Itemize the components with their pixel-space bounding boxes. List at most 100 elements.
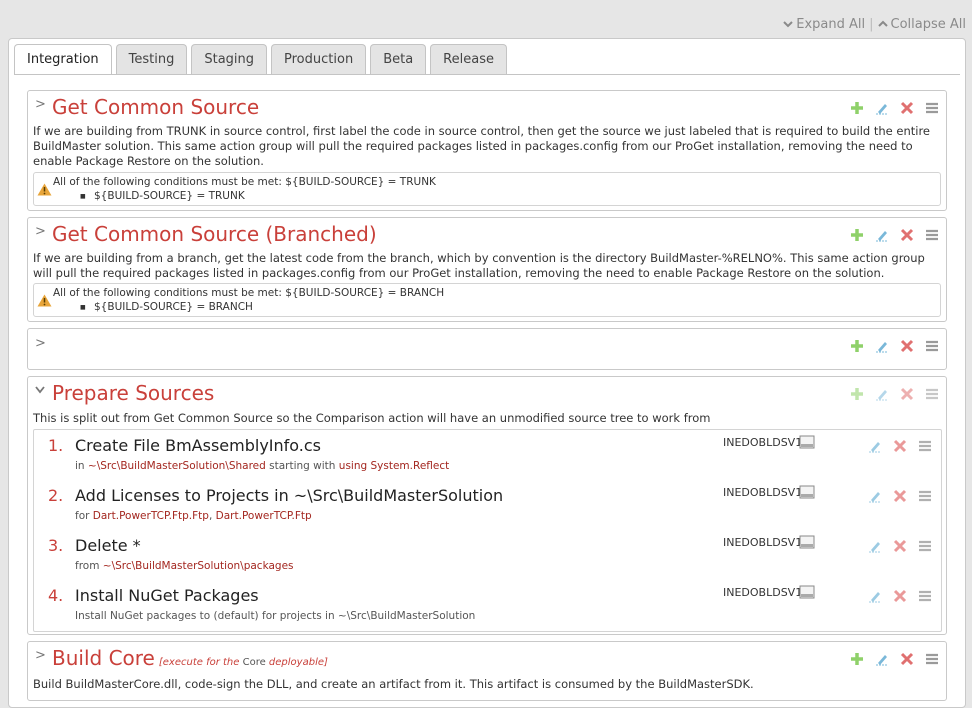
delete-x-icon[interactable]	[891, 437, 908, 454]
action-detail: from ~\Src\BuildMasterSolution\packages	[75, 560, 294, 572]
warning-icon	[37, 294, 52, 307]
group-description: If we are building from TRUNK in source …	[33, 124, 930, 168]
action-toolbar	[866, 487, 933, 504]
action-detail: for Dart.PowerTCP.Ftp.Ftp, Dart.PowerTCP…	[75, 510, 312, 522]
tab-underline	[14, 74, 960, 75]
chevron-right-icon[interactable]: >	[35, 224, 46, 239]
chevron-right-icon[interactable]: >	[35, 97, 46, 112]
chevron-down-icon[interactable]	[35, 383, 45, 398]
plus-icon[interactable]	[848, 650, 865, 667]
drive-icon	[799, 535, 815, 549]
hamburger-icon[interactable]	[916, 537, 933, 554]
action-name[interactable]: Create File BmAssemblyInfo.cs	[75, 436, 321, 455]
pencil-icon[interactable]	[873, 226, 890, 243]
action-number: 4.	[48, 586, 64, 605]
delete-x-icon[interactable]	[898, 385, 915, 402]
delete-x-icon[interactable]	[891, 537, 908, 554]
plus-icon[interactable]	[848, 337, 865, 354]
action-number: 2.	[48, 486, 64, 505]
group-title[interactable]: Build Core [execute for the Core deployab…	[52, 646, 328, 670]
action-item[interactable]: 2. Add Licenses to Projects in ~\Src\Bui…	[34, 480, 941, 530]
action-list: 1. Create File BmAssemblyInfo.cs in ~\Sr…	[33, 429, 942, 632]
condition-summary: All of the following conditions must be …	[53, 287, 445, 299]
delete-x-icon[interactable]	[898, 99, 915, 116]
pencil-icon[interactable]	[866, 537, 883, 554]
pencil-icon[interactable]	[873, 99, 890, 116]
plus-icon[interactable]	[848, 99, 865, 116]
expand-all-label: Expand All	[796, 16, 866, 32]
hamburger-icon[interactable]	[923, 385, 940, 402]
pencil-icon[interactable]	[866, 487, 883, 504]
server-name: INEDOBLDSV1	[723, 586, 803, 599]
delete-x-icon[interactable]	[898, 650, 915, 667]
deployable-note: [execute for the Core deployable]	[158, 657, 328, 668]
delete-x-icon[interactable]	[898, 226, 915, 243]
action-number: 3.	[48, 536, 64, 555]
delete-x-icon[interactable]	[891, 487, 908, 504]
pencil-icon[interactable]	[866, 437, 883, 454]
action-name[interactable]: Install NuGet Packages	[75, 586, 259, 605]
action-detail: in ~\Src\BuildMasterSolution\Shared star…	[75, 460, 450, 472]
pencil-icon[interactable]	[873, 337, 890, 354]
server-name: INEDOBLDSV1	[723, 486, 803, 499]
hamburger-icon[interactable]	[923, 226, 940, 243]
action-group-prepare-sources: Prepare Sources This is split out from G…	[27, 376, 947, 635]
chevron-right-icon[interactable]: >	[35, 648, 46, 663]
condition-item: ${BUILD-SOURCE} = TRUNK	[80, 190, 245, 202]
chevron-up-icon	[877, 20, 888, 27]
action-group-build-core: > Build Core [execute for the Core deploy…	[27, 641, 947, 701]
pencil-icon[interactable]	[873, 650, 890, 667]
plus-icon[interactable]	[848, 226, 865, 243]
tab-release[interactable]: Release	[430, 44, 507, 74]
group-description: Build BuildMasterCore.dll, code-sign the…	[33, 677, 754, 691]
hamburger-icon[interactable]	[916, 437, 933, 454]
divider: |	[869, 16, 874, 32]
group-condition: All of the following conditions must be …	[33, 172, 941, 206]
action-group-get-common-source-branched: > Get Common Source (Branched) If we are…	[27, 217, 947, 322]
pencil-icon[interactable]	[873, 385, 890, 402]
group-toolbar	[848, 385, 940, 402]
plan-panel: Integration Testing Staging Production B…	[8, 38, 966, 708]
action-name[interactable]: Delete *	[75, 536, 141, 555]
condition-item: ${BUILD-SOURCE} = BRANCH	[80, 301, 253, 313]
hamburger-icon[interactable]	[923, 650, 940, 667]
group-title[interactable]: Prepare Sources	[52, 381, 214, 405]
server-name: INEDOBLDSV1	[723, 436, 803, 449]
plus-icon[interactable]	[848, 385, 865, 402]
action-toolbar	[866, 537, 933, 554]
hamburger-icon[interactable]	[923, 99, 940, 116]
tab-integration[interactable]: Integration	[14, 44, 112, 75]
tab-beta[interactable]: Beta	[370, 44, 427, 74]
action-item[interactable]: 4. Install NuGet Packages Install NuGet …	[34, 580, 941, 630]
hamburger-icon[interactable]	[916, 587, 933, 604]
drive-icon	[799, 585, 815, 599]
tab-staging[interactable]: Staging	[191, 44, 268, 74]
action-item[interactable]: 1. Create File BmAssemblyInfo.cs in ~\Sr…	[34, 430, 941, 480]
group-toolbar	[848, 337, 940, 354]
condition-summary: All of the following conditions must be …	[53, 176, 436, 188]
group-toolbar	[848, 650, 940, 667]
group-title[interactable]: Get Common Source (Branched)	[52, 222, 377, 246]
delete-x-icon[interactable]	[891, 587, 908, 604]
delete-x-icon[interactable]	[898, 337, 915, 354]
action-detail: Install NuGet packages to (default) for …	[75, 610, 476, 622]
expand-all-link[interactable]: Expand All	[783, 17, 865, 32]
group-description: This is split out from Get Common Source…	[33, 411, 711, 425]
tab-production[interactable]: Production	[271, 44, 367, 74]
tab-testing[interactable]: Testing	[115, 44, 188, 74]
action-item[interactable]: 3. Delete * from ~\Src\BuildMasterSoluti…	[34, 530, 941, 580]
collapse-all-link[interactable]: Collapse All	[877, 17, 966, 32]
group-toolbar	[848, 226, 940, 243]
pencil-icon[interactable]	[866, 587, 883, 604]
action-name[interactable]: Add Licenses to Projects in ~\Src\BuildM…	[75, 486, 503, 505]
hamburger-icon[interactable]	[923, 337, 940, 354]
hamburger-icon[interactable]	[916, 487, 933, 504]
action-number: 1.	[48, 436, 64, 455]
warning-icon	[37, 183, 52, 196]
group-title[interactable]: Get Common Source	[52, 95, 259, 119]
group-toolbar	[848, 99, 940, 116]
chevron-right-icon[interactable]: >	[35, 336, 46, 351]
chevron-down-icon	[783, 21, 793, 28]
action-group-get-common-source: > Get Common Source If we are building f…	[27, 90, 947, 211]
action-toolbar	[866, 587, 933, 604]
